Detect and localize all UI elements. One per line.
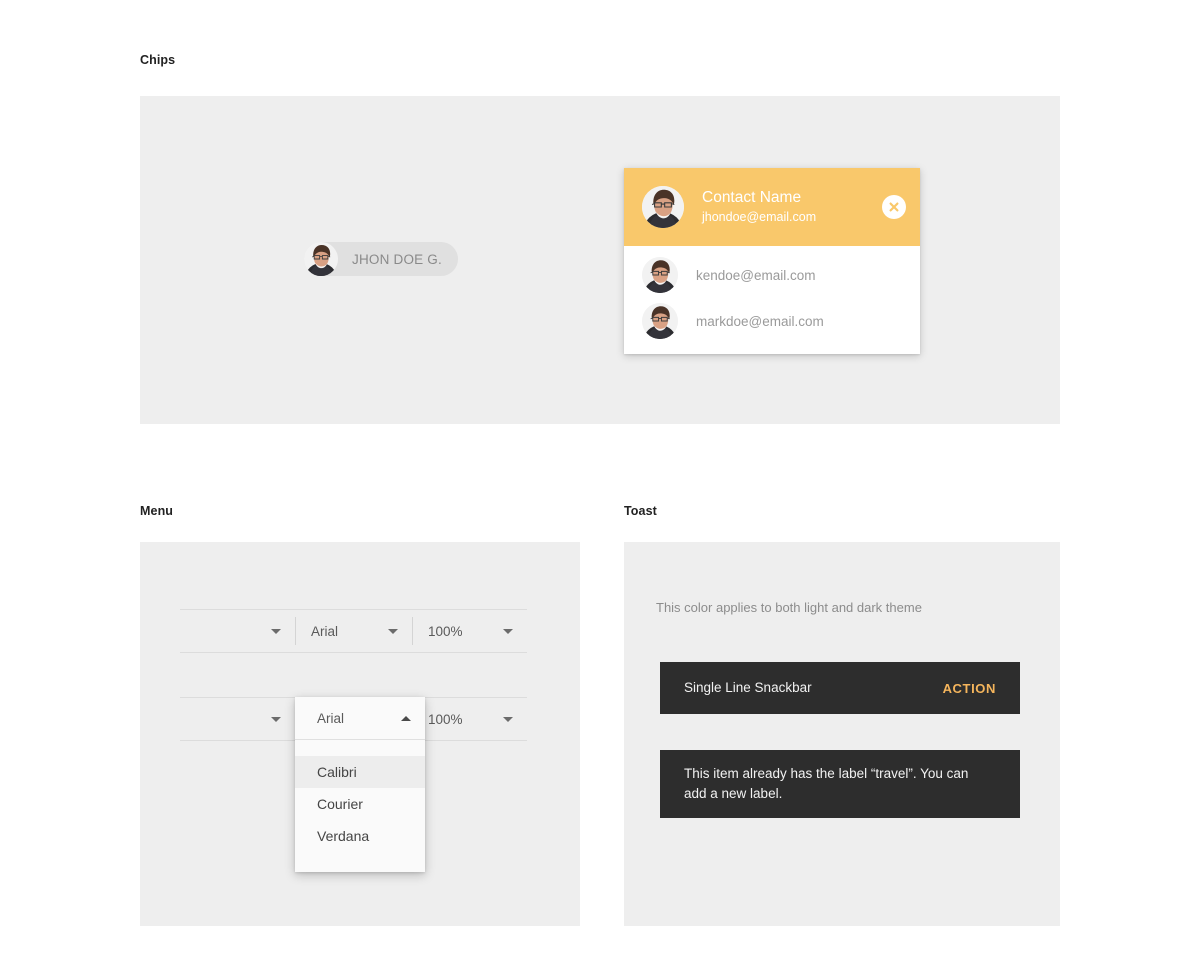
close-circle-icon[interactable] (882, 195, 906, 219)
menu-bottom-spacer (295, 852, 425, 872)
zoom-select-value: 100% (428, 623, 463, 639)
zoom-select-value: 100% (428, 711, 463, 727)
menu-item-label: Verdana (317, 828, 370, 844)
menu-item-label: Calibri (317, 764, 357, 780)
toast-section-label: Toast (624, 504, 657, 518)
contact-header-text: Contact Name jhondoe@email.com (702, 188, 882, 226)
chevron-down-icon (503, 716, 513, 722)
snackbar-action-button[interactable]: ACTION (943, 681, 996, 696)
list-item[interactable]: kendoe@email.com (624, 252, 920, 298)
zoom-select-closed[interactable]: 100% (412, 610, 527, 652)
menu-item-label: Courier (317, 796, 363, 812)
menu-section-label: Menu (140, 504, 174, 518)
snackbar-multi-line: This item already has the label “travel”… (660, 750, 1020, 818)
font-dropdown-selected-label: Arial (317, 710, 345, 726)
list-item[interactable]: markdoe@email.com (624, 298, 920, 344)
chevron-down-icon (388, 628, 398, 634)
menu-item-verdana[interactable]: Verdana (295, 820, 425, 852)
contact-name: Contact Name (702, 189, 802, 206)
toast-theme-note: This color applies to both light and dar… (656, 600, 922, 615)
snackbar-message: This item already has the label “travel”… (684, 766, 969, 801)
contact-suggestion-list: kendoe@email.com markdoe@email.com (624, 246, 920, 354)
chips-section-label: Chips (140, 53, 176, 67)
contact-card: Contact Name jhondoe@email.com kendoe@em… (624, 168, 920, 354)
menu-top-spacer (295, 740, 425, 756)
chevron-down-icon (271, 628, 281, 634)
person-avatar-photo-icon (642, 303, 678, 339)
font-toolbar-closed: Arial 100% (180, 609, 527, 653)
contact-card-header: Contact Name jhondoe@email.com (624, 168, 920, 246)
snackbar-message: Single Line Snackbar (684, 680, 812, 695)
snackbar-single-line: Single Line Snackbar ACTION (660, 662, 1020, 714)
contact-chip[interactable]: JHON DOE G. (304, 242, 458, 276)
person-avatar-photo-icon (642, 257, 678, 293)
person-avatar-photo-icon (304, 242, 338, 276)
chip-label: JHON DOE G. (352, 251, 442, 267)
contact-email: jhondoe@email.com (702, 210, 817, 224)
font-dropdown-menu: Arial Calibri Courier Verdana (295, 697, 425, 872)
chevron-down-icon (503, 628, 513, 634)
menu-item-calibri[interactable]: Calibri (295, 756, 425, 788)
font-select-closed[interactable]: Arial (295, 610, 412, 652)
menu-item-courier[interactable]: Courier (295, 788, 425, 820)
font-dropdown-selected[interactable]: Arial (295, 697, 425, 739)
chevron-up-icon (401, 715, 411, 721)
style-select-closed[interactable] (180, 610, 295, 652)
zoom-select-open[interactable]: 100% (412, 698, 527, 740)
chevron-down-icon (271, 716, 281, 722)
toast-demo-panel: This color applies to both light and dar… (624, 542, 1060, 926)
list-item-email: markdoe@email.com (696, 313, 824, 329)
style-select-open[interactable] (180, 698, 295, 740)
chips-demo-panel: JHON DOE G. Contact Name jhondoe@email.c… (140, 96, 1060, 424)
person-avatar-photo-icon (642, 186, 684, 228)
menu-demo-panel: Arial 100% Arial 100% Arial Cal (140, 542, 580, 926)
font-select-value: Arial (311, 623, 339, 639)
list-item-email: kendoe@email.com (696, 267, 816, 283)
